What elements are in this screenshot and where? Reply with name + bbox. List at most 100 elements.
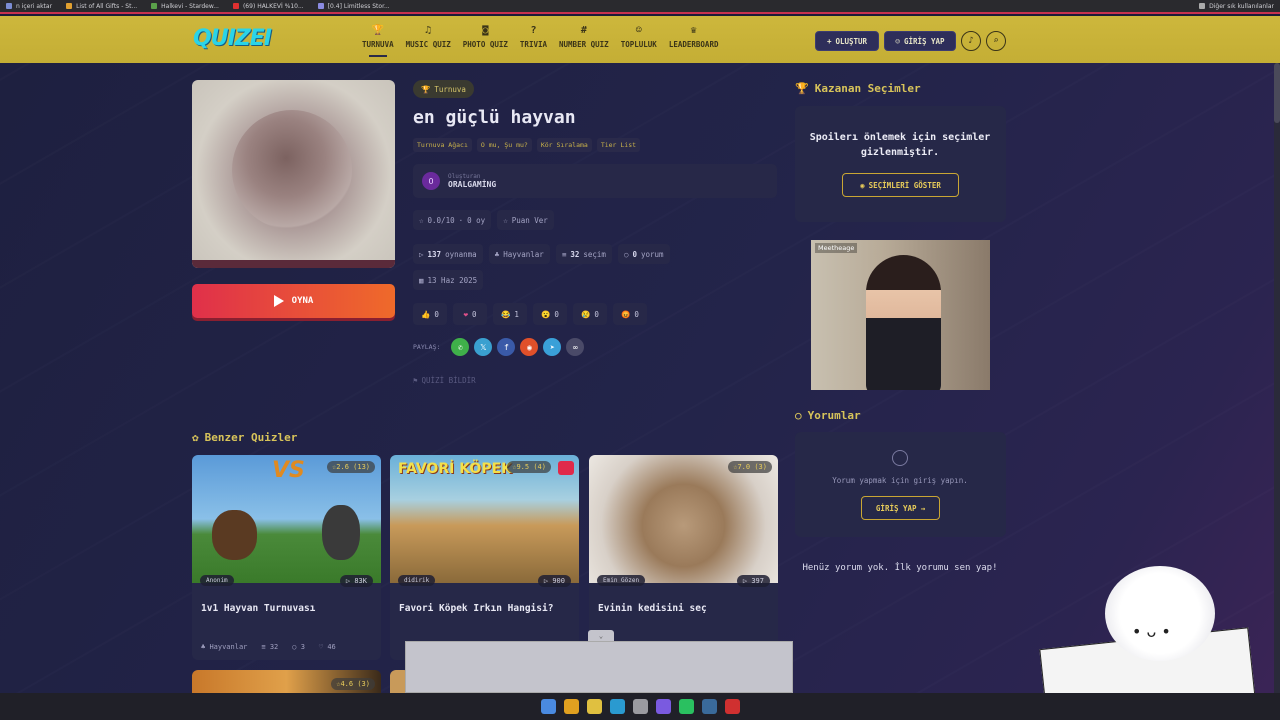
rating-count: (13) [353,463,370,471]
reddit-icon[interactable]: ◉ [520,338,539,356]
bookmark-item[interactable]: Halkevi - Stardew... [151,3,219,10]
reaction-heart[interactable]: ❤ 0 [453,303,487,325]
link-icon[interactable]: ∞ [566,338,585,356]
hash-icon: # [580,25,587,36]
telegram-icon[interactable]: ➤ [543,338,562,356]
x-icon[interactable]: 𝕏 [474,338,493,356]
ad-image[interactable]: Meetheage [811,240,990,390]
nav-label: PHOTO QUIZ [462,40,508,49]
angry-icon: 😡 [621,309,631,319]
edge-icon[interactable] [609,699,625,714]
rating-value: 2.6 [336,463,349,471]
spotify-icon[interactable] [678,699,694,714]
bookmark-item[interactable]: [0.4] Limitless Stor... [317,2,390,10]
bookmark-item[interactable]: n içeri aktar [6,3,52,10]
bookmark-icon [317,3,324,9]
bookmark-item[interactable]: (69) HALKEVİ %10... [232,2,304,10]
nav-item-music-quiz[interactable]: ♫ MUSIC QUIZ [400,25,457,50]
site-logo[interactable]: QUIZEI [193,26,272,51]
similar-quizzes-title: ✿ Benzer Quizler [192,431,297,444]
bookmark-label: [0.4] Limitless Stor... [327,2,390,10]
nav-item-turnuva[interactable]: 🏆 TURNUVA [356,26,400,57]
reaction-wow[interactable]: 😮 0 [533,303,567,325]
flag-icon: ⚑ [413,376,418,385]
tag[interactable]: Tier List [596,138,641,152]
plus-icon: + [826,36,832,46]
scrollbar-thumb[interactable] [1274,63,1280,123]
stats-row: ▷ 137 oynanma ♣ Hayvanlar ≡ 32 seçim ○ 0 yorum [413,244,670,264]
bookmark-label: (69) HALKEVİ %10... [242,2,304,10]
bookmark-label: List of All Gifts - St... [76,2,138,10]
ad-label: Meetheage [815,243,858,253]
quiz-card[interactable]: FAVORİ KÖPEK ☆9.5 (4) didirik ▷ 900 Favo… [390,455,579,660]
copilot-icon[interactable] [563,699,579,714]
discord-icon[interactable] [655,699,671,714]
chat-bubble-icon [892,450,908,466]
nav-item-topluluk[interactable]: ☺ TOPLULUK [615,26,663,50]
plays-badge: ▷ 83K [339,575,373,587]
rate-label: Puan Ver [511,215,548,225]
nav-item-leaderboard[interactable]: ♛ LEADERBOARD [663,26,725,50]
bookmark-label: Halkevi - Stardew... [161,2,219,10]
plays-badge: ▷ 397 [736,575,770,587]
reaction-angry[interactable]: 😡 0 [613,303,647,325]
rate-button[interactable]: ☆ Puan Ver [497,210,554,230]
play-button[interactable]: OYNA [192,284,395,318]
steam-icon[interactable] [701,699,717,714]
choices-meta: ≡ 32 [261,643,279,651]
laugh-icon: 😂 [501,309,511,319]
quiz-card[interactable]: ☆7.0 (3) Emin Gözen ▷ 397 Evinin kedisin… [589,455,778,660]
plays-stat: ▷ 137 oynanma [413,244,483,264]
nav-item-number-quiz[interactable]: # NUMBER QUIZ [553,25,615,50]
reaction-sad[interactable]: 😢 0 [573,303,607,325]
winners-title-label: Kazanan Seçimler [814,82,921,95]
store-icon[interactable] [632,699,648,714]
folder-icon [1199,3,1206,9]
bookmark-item[interactable]: List of All Gifts - St... [66,3,137,10]
nav-item-photo-quiz[interactable]: ◙ PHOTO QUIZ [457,26,514,50]
creator-label: Oluşturan [448,173,481,180]
report-quiz-button[interactable]: ⚑ QUİZİ BİLDİR [413,376,476,385]
author-name: didirik [404,577,430,584]
opera-gx-icon[interactable] [724,699,740,714]
music-icon: ♫ [425,25,432,36]
comment-login-button[interactable]: GİRİŞ YAP → [861,496,940,520]
scrollbar[interactable] [1274,63,1280,693]
cat-image [232,110,352,230]
whatsapp-icon[interactable]: ✆ [451,338,470,356]
question-icon: ? [530,25,537,36]
no-comments-message: Henüz yorum yok. İlk yorumu sen yap! [802,563,998,573]
comments-stat: ○ 0 yorum [617,244,670,264]
show-choices-label: SEÇİMLERİ GÖSTER [868,180,941,190]
comment-prompt: Yorum yapmak için giriş yapın. [832,476,968,485]
file-explorer-icon[interactable] [586,699,602,714]
tag[interactable]: O mu, Şu mu? [476,138,532,152]
reaction-thumbs-up[interactable]: 👍 0 [413,303,447,325]
creator-card[interactable]: O Oluşturan ORALGAMİNG [413,164,777,198]
taskbar [0,693,1280,720]
quiz-card[interactable]: VS ☆2.6 (13) Anonim ▷ 83K 1v1 Hayvan Tur… [192,455,381,660]
windows-start-icon[interactable] [540,699,556,714]
choices-label: seçim [583,249,606,259]
login-button[interactable]: ☺ GİRİŞ YAP [884,31,956,51]
nav-item-trivia[interactable]: ? TRIVIA [514,25,553,50]
creator-name: ORALGAMİNG [448,180,497,189]
category-badge: 🏆 Turnuva [413,80,474,98]
create-label: OLUŞTUR [835,36,868,46]
ad-banner[interactable] [405,641,793,693]
show-choices-button[interactable]: ◉ SEÇİMLERİ GÖSTER [842,173,959,197]
quiz-card-image: FAVORİ KÖPEK [390,455,579,583]
avatar: O [422,172,440,190]
nav-label: TURNUVA [362,40,394,49]
facebook-icon[interactable]: f [497,338,516,356]
create-button[interactable]: + OLUŞTUR [815,31,879,51]
tag[interactable]: Turnuva Ağacı [413,138,472,152]
other-bookmarks[interactable]: Diğer sık kullanılanlar [1199,3,1274,10]
category-stat[interactable]: ♣ Hayvanlar [488,244,550,264]
search-icon[interactable]: ⌕ [986,31,1006,51]
tag[interactable]: Kör Sıralama [536,138,592,152]
mascot-face: • ᴗ • [1132,622,1171,641]
bell-icon[interactable]: ♪ [961,31,981,51]
choices-stat: ≡ 32 seçim [555,244,612,264]
reaction-laugh[interactable]: 😂 1 [493,303,527,325]
